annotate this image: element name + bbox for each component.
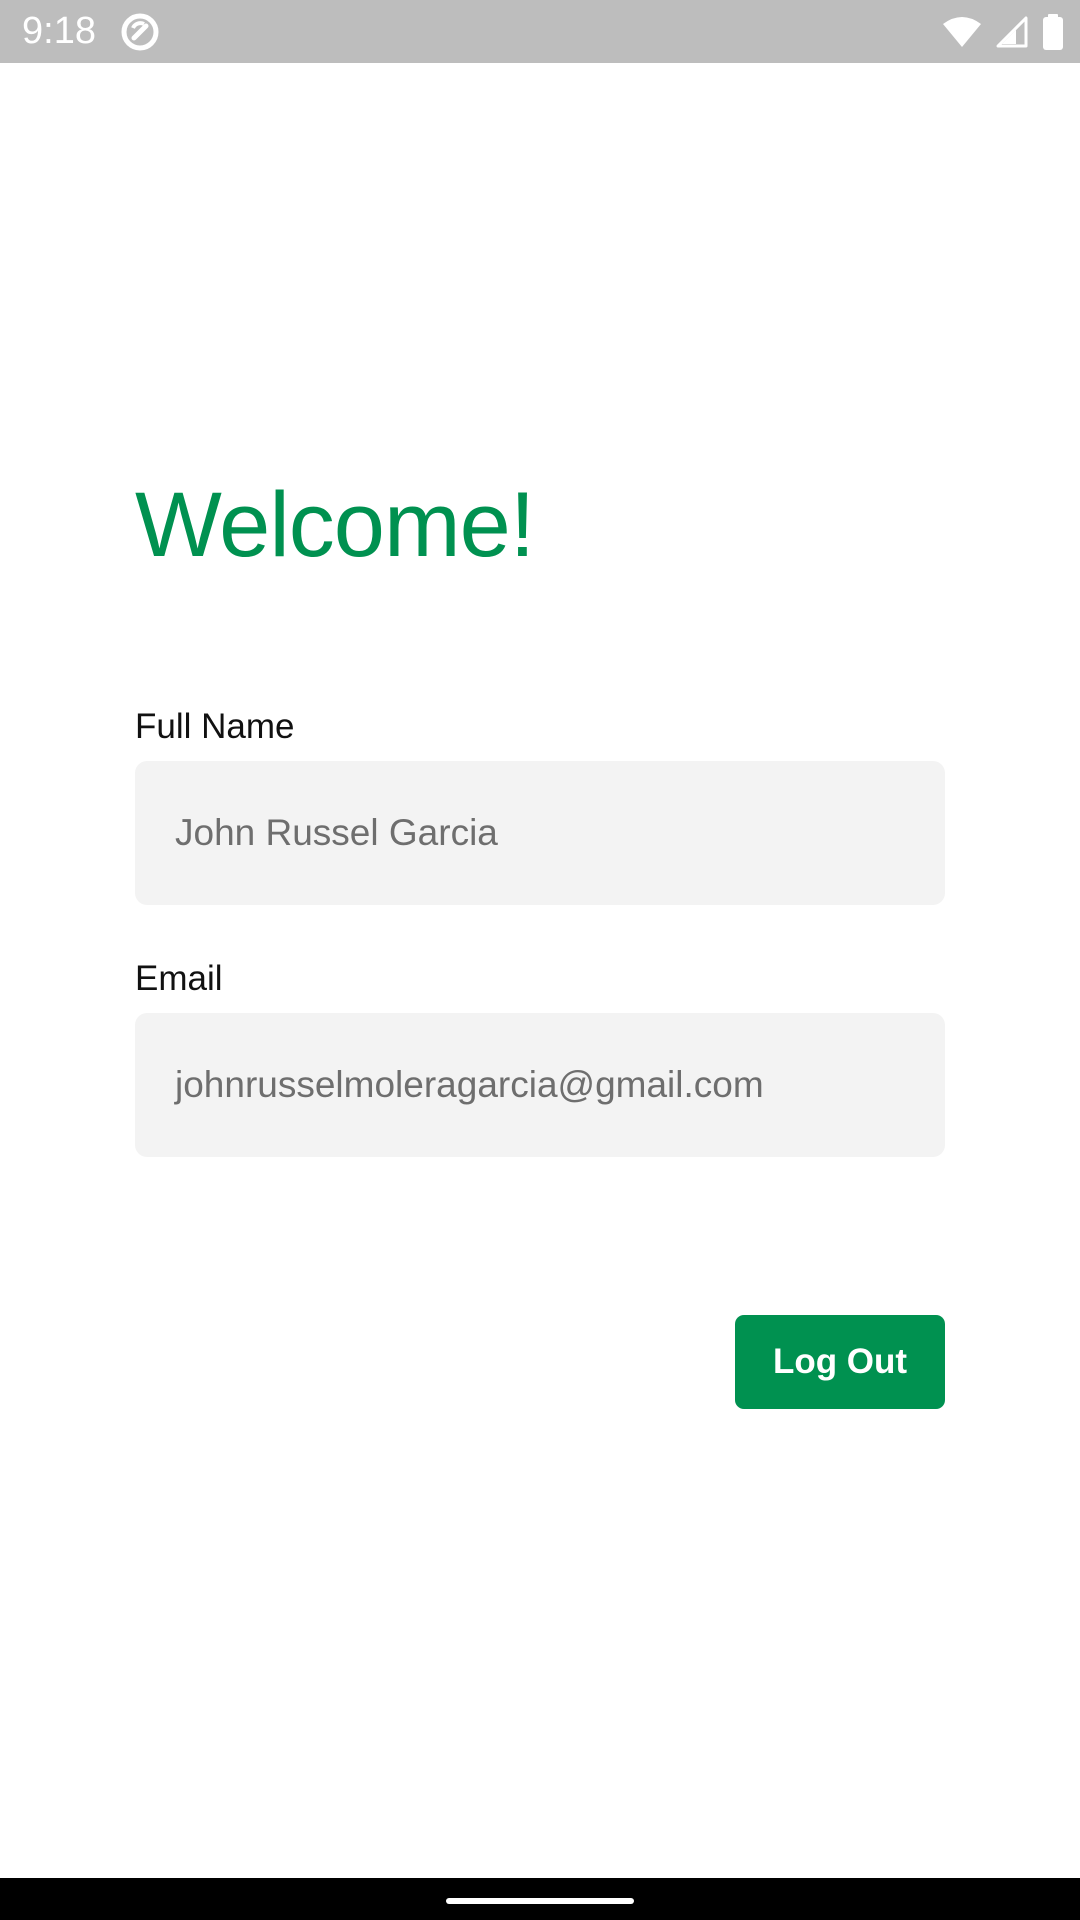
no-sync-icon bbox=[120, 12, 160, 52]
battery-icon bbox=[1042, 14, 1064, 50]
welcome-title: Welcome! bbox=[135, 474, 535, 576]
full-name-label: Full Name bbox=[135, 707, 295, 746]
email-label: Email bbox=[135, 959, 223, 998]
logout-button[interactable]: Log Out bbox=[735, 1315, 945, 1409]
full-name-value: John Russel Garcia bbox=[175, 812, 498, 853]
full-name-field[interactable]: John Russel Garcia bbox=[135, 761, 945, 905]
email-field[interactable]: johnrusselmoleragarcia@gmail.com bbox=[135, 1013, 945, 1157]
wifi-icon bbox=[942, 16, 982, 48]
navigation-bar bbox=[0, 1878, 1080, 1920]
status-time: 9:18 bbox=[22, 10, 96, 52]
signal-icon bbox=[996, 16, 1028, 48]
status-icons bbox=[942, 12, 1064, 52]
status-bar: 9:18 bbox=[0, 0, 1080, 63]
home-gesture-handle[interactable] bbox=[446, 1898, 634, 1904]
email-value: johnrusselmoleragarcia@gmail.com bbox=[175, 1064, 764, 1105]
